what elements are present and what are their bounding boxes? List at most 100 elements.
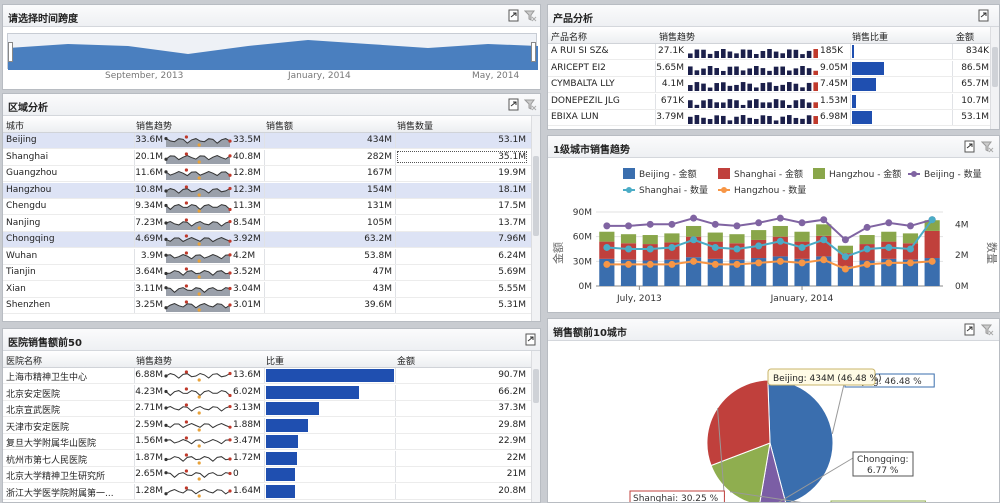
table-row[interactable]: 天津市安定医院 2.59M 1.88M 29.8M [3, 417, 531, 434]
amount-cell: 47M [372, 267, 392, 277]
line-point [885, 259, 893, 267]
column-divider [395, 133, 396, 148]
table-row[interactable]: Shenzhen 3.25M 3.01M 39.6M 5.31M [3, 298, 531, 314]
hospital-name-cell: 复旦大学附属华山医院 [6, 439, 97, 449]
bar [881, 231, 897, 242]
table-row[interactable]: Beijing 33.6M 33.5M 434M 53.1M [3, 133, 531, 149]
table-row[interactable]: Nanjing 7.23M 8.54M 105M 13.7M [3, 215, 531, 232]
y-axis-label: 金额 [551, 242, 565, 264]
column-divider [134, 450, 135, 466]
trend-min: 671K [660, 95, 684, 106]
export-icon[interactable] [963, 140, 976, 153]
bar [642, 235, 658, 245]
trend-min: 20.1M [135, 151, 163, 162]
bar [859, 235, 875, 245]
table-row[interactable]: Chengdu 9.34M 11.3M 131M 17.5M [3, 199, 531, 215]
share-bar [266, 369, 394, 382]
table-row[interactable]: Hangzhou 10.8M 12.3M 154M 18.1M [3, 182, 531, 199]
table-row[interactable]: Xian 3.11M 3.04M 43M 5.55M [3, 281, 531, 298]
col-header[interactable]: 销售趋势 [659, 30, 695, 43]
range-handle-right[interactable] [531, 42, 536, 62]
sparkline [164, 151, 232, 164]
table-row[interactable]: Tianjin 3.64M 3.52M 47M 5.69M [3, 265, 531, 281]
column-divider [655, 110, 656, 125]
col-header[interactable]: 金额 [956, 30, 974, 43]
col-header[interactable]: 产品名称 [551, 30, 587, 43]
table-row[interactable]: Chongqing 4.69M 3.92M 63.2M 7.96M [3, 232, 531, 248]
trend-min: 3.79M [656, 112, 684, 122]
amount-cell: 37.3M [498, 403, 526, 413]
col-header[interactable]: 金额 [397, 354, 415, 367]
table-row[interactable]: 复旦大学附属华山医院 1.56M 3.47M 22.9M [3, 434, 531, 450]
table-row[interactable]: 北京大学精神卫生研究所 2.65M 0 21M [3, 467, 531, 483]
export-icon[interactable] [963, 323, 976, 336]
amount-cell: 43M [372, 283, 392, 294]
table-row[interactable]: 北京安定医院 4.23M 6.02M 66.2M [3, 384, 531, 401]
table-row[interactable]: Guangzhou 11.6M 12.8M 167M 19.9M [3, 166, 531, 182]
trend-panel-header: 1级城市销售趋势 [548, 136, 999, 158]
table-row[interactable]: EBIXA LUN 3.79M 6.98M 53.1M [548, 110, 991, 126]
export-icon[interactable] [507, 9, 520, 22]
clear-filter-icon[interactable] [523, 9, 537, 22]
line-point [863, 245, 871, 253]
hospital-panel-header: 医院销售额前50 [3, 329, 540, 351]
share-bar [852, 78, 876, 91]
pie-panel-header: 销售额前10城市 [548, 319, 999, 341]
time-panel-header: 请选择时间跨度 [3, 5, 540, 27]
col-header[interactable]: 销售趋势 [136, 119, 172, 132]
clear-filter-icon[interactable] [523, 98, 537, 111]
amount-cell: 63.2M [364, 234, 392, 244]
share-bar [266, 468, 296, 481]
col-header[interactable]: 销售比重 [852, 30, 888, 43]
trend-max: 12.3M [233, 184, 261, 195]
clear-filter-icon[interactable] [980, 323, 994, 336]
col-header[interactable]: 城市 [6, 119, 24, 132]
col-header[interactable]: 销售数量 [397, 119, 433, 132]
table-row[interactable]: CYMBALTA LLY 4.1M 7.45M 65.7M [548, 77, 991, 93]
product-scrollbar[interactable] [990, 27, 999, 129]
trend-min: 1.87M [135, 452, 163, 463]
export-icon[interactable] [977, 9, 990, 22]
clear-filter-icon[interactable] [980, 140, 994, 153]
hospital-scrollbar[interactable] [531, 351, 540, 502]
export-icon[interactable] [524, 333, 537, 346]
table-row[interactable]: 杭州市第七人民医院 1.87M 1.72M 22M [3, 450, 531, 467]
table-row[interactable]: 浙江大学医学院附属第一... 1.28M 1.64M 20.8M [3, 483, 531, 500]
column-divider [395, 149, 396, 165]
table-row[interactable]: ARICEPT EI2 5.65M 9.05M 86.5M [548, 60, 991, 77]
export-icon[interactable] [507, 98, 520, 111]
line-point [755, 242, 763, 250]
range-selector[interactable] [7, 33, 538, 70]
amount-cell: 20.8M [498, 485, 526, 496]
table-row[interactable]: 上海市精神卫生中心 6.88M 13.6M 90.7M [3, 368, 531, 384]
trend-max: 9.05M [820, 62, 848, 73]
pie-panel: 销售额前10城市 Beijing: 46.48 % Chongqing: 6.77 … [547, 318, 1000, 503]
table-row[interactable]: 北京宣武医院 2.71M 3.13M 37.3M [3, 401, 531, 417]
table-row[interactable]: DONEPEZIL JLG 671K 1.53M 10.7M [548, 93, 991, 110]
table-row[interactable]: A RUI SI SZ& 27.1K 185K 834K [548, 44, 991, 60]
col-header[interactable]: 比重 [266, 354, 284, 367]
region-scrollbar[interactable] [531, 116, 540, 321]
amount-cell: 105M [367, 217, 392, 228]
qty-cell: 18.1M [498, 184, 526, 195]
sparkline [164, 200, 232, 213]
column-divider [395, 401, 396, 416]
line-point [646, 245, 654, 253]
col-header[interactable]: 销售额 [266, 119, 293, 132]
column-divider [395, 450, 396, 466]
line-point [776, 237, 784, 245]
column-divider [134, 368, 135, 383]
time-tick: September, 2013 [105, 71, 184, 81]
range-handle-left[interactable] [8, 42, 13, 62]
column-divider [395, 417, 396, 433]
line-point [841, 253, 849, 261]
column-divider [850, 77, 851, 92]
line-point [646, 260, 654, 268]
table-row[interactable]: Shanghai 20.1M 40.8M 282M 35.1M [3, 149, 531, 166]
col-header[interactable]: 销售趋势 [136, 354, 172, 367]
legend-label: Shanghai - 金额 [734, 168, 803, 180]
column-divider [264, 232, 265, 247]
table-row[interactable]: Wuhan 3.9M 4.2M 53.8M 6.24M [3, 248, 531, 265]
col-header[interactable]: 医院名称 [6, 354, 42, 367]
column-divider [264, 450, 265, 466]
